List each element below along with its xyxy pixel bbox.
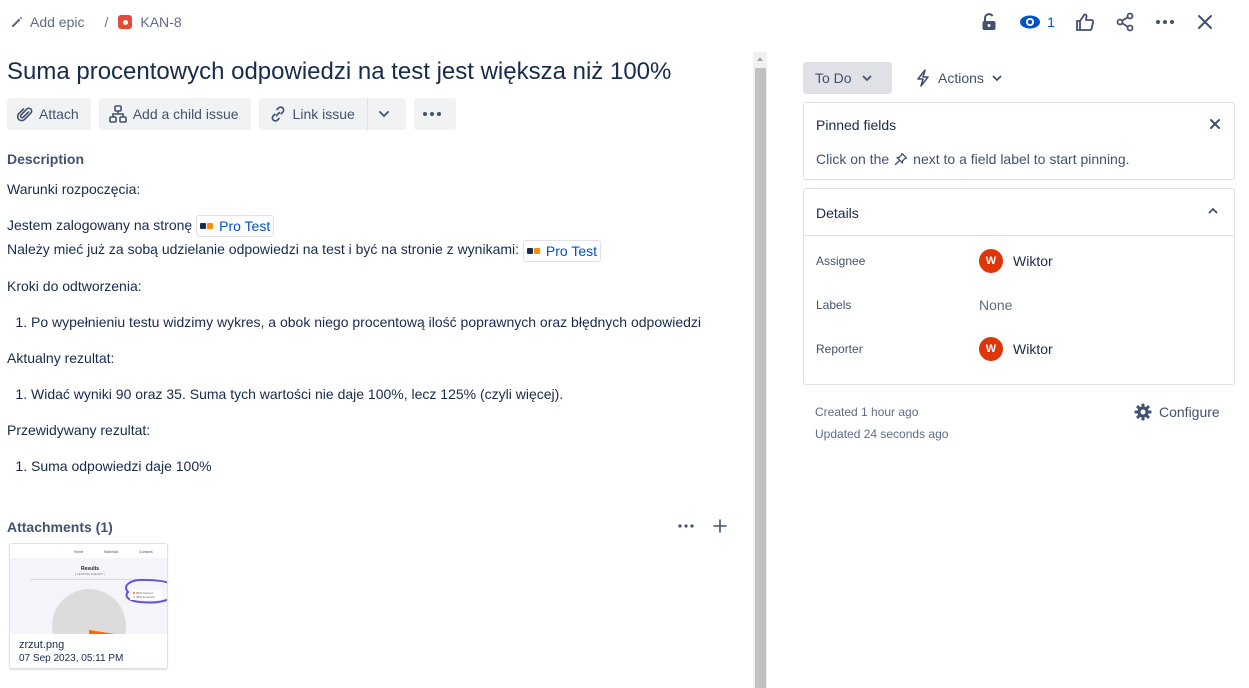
link-issue-button[interactable]: Link issue	[258, 98, 367, 130]
description-heading: Description	[7, 151, 85, 167]
attach-button[interactable]: Attach	[7, 98, 91, 130]
attachment-meta: zrzut.png 07 Sep 2023, 05:11 PM	[10, 634, 167, 668]
details-heading[interactable]: Details	[804, 189, 1234, 236]
avatar: W	[979, 249, 1003, 273]
favicon-icon	[526, 247, 541, 255]
chevron-down-icon	[992, 75, 1002, 81]
add-epic-link[interactable]: Add epic	[30, 14, 84, 30]
pinned-fields-hint: Click on the next to a field label to st…	[816, 151, 1130, 167]
link-issue-label: Link issue	[292, 106, 355, 122]
lightning-icon	[917, 69, 929, 87]
labels-row: Labels None	[816, 291, 1226, 319]
preview-subtitle: ( TESTING THEORY )	[75, 572, 105, 576]
chevron-down-icon	[862, 75, 871, 81]
close-icon[interactable]	[1185, 10, 1225, 34]
assignee-row: Assignee W Wiktor	[816, 247, 1226, 275]
pinned-fields-panel: Pinned fields Click on the next to a fie…	[803, 102, 1235, 180]
issue-toolbar: Attach Add a child issue Link issue	[7, 98, 456, 130]
breadcrumb: Add epic / KAN-8	[10, 12, 182, 32]
chevron-down-icon	[378, 111, 389, 118]
assignee-label: Assignee	[816, 254, 866, 268]
attachment-preview: Home Materials Contacts Results ( TESTIN…	[10, 544, 167, 634]
preview-nav-item: Contacts	[139, 550, 153, 554]
attachment-date: 07 Sep 2023, 05:11 PM	[19, 653, 124, 664]
configure-button[interactable]: Configure	[1134, 403, 1220, 421]
link-issue-group: Link issue	[258, 98, 406, 130]
preview-legend: 35% Incorrect	[136, 595, 155, 599]
actions-label: Actions	[938, 70, 984, 86]
issue-top-actions: 1	[969, 10, 1225, 34]
gear-icon	[1134, 403, 1152, 421]
chevron-up-icon[interactable]	[1208, 207, 1218, 214]
list-item: Suma odpowiedzi daje 100%	[31, 454, 737, 478]
plus-icon[interactable]	[710, 516, 730, 536]
status-label: To Do	[815, 70, 852, 86]
reporter-name: Wiktor	[1013, 341, 1053, 357]
updated-timestamp: Updated 24 seconds ago	[815, 427, 949, 441]
reporter-field[interactable]: W Wiktor	[979, 337, 1053, 361]
pinned-fields-heading: Pinned fields	[816, 117, 897, 133]
reporter-row: Reporter W Wiktor	[816, 335, 1226, 363]
issue-title[interactable]: Suma procentowych odpowiedzi na test jes…	[7, 58, 671, 86]
attachment-card[interactable]: Home Materials Contacts Results ( TESTIN…	[9, 543, 168, 669]
link-issue-dropdown[interactable]	[366, 98, 406, 130]
avatar: W	[979, 337, 1003, 361]
favicon-icon	[200, 222, 214, 230]
assignee-name: Wiktor	[1013, 253, 1053, 269]
share-icon[interactable]	[1105, 10, 1145, 34]
description-text: Należy mieć już za sobą udzielanie odpow…	[7, 237, 737, 262]
description-text: Kroki do odtworzenia:	[7, 277, 142, 294]
close-icon[interactable]	[1208, 117, 1222, 131]
created-timestamp: Created 1 hour ago	[815, 405, 919, 419]
eye-icon	[1020, 15, 1041, 29]
expected-list: Suma odpowiedzi daje 100%	[7, 454, 737, 478]
actions-dropdown[interactable]: Actions	[912, 62, 1002, 94]
description-text: Jestem zalogowany na stronę Pro Test	[7, 213, 737, 238]
pin-icon	[894, 152, 908, 166]
link-icon	[271, 106, 284, 122]
thumbs-up-icon[interactable]	[1065, 10, 1105, 34]
steps-list: Po wypełnieniu testu widzimy wykres, a o…	[7, 310, 737, 334]
more-icon[interactable]	[676, 516, 696, 536]
hierarchy-icon	[108, 105, 127, 123]
more-icon	[422, 112, 441, 116]
scroll-up-arrow[interactable]	[755, 55, 765, 63]
list-item: Po wypełnieniu testu widzimy wykres, a o…	[31, 310, 737, 334]
add-child-issue-label: Add a child issue	[132, 106, 239, 122]
labels-field[interactable]: None	[979, 297, 1012, 313]
pencil-icon	[10, 15, 24, 29]
assignee-field[interactable]: W Wiktor	[979, 249, 1053, 273]
bug-icon	[118, 15, 133, 29]
issue-key-link[interactable]: KAN-8	[140, 14, 181, 30]
labels-label: Labels	[816, 298, 852, 312]
actual-list: Widać wyniki 90 oraz 35. Suma tych warto…	[7, 382, 737, 406]
description-text: Warunki rozpoczęcia:	[7, 181, 141, 197]
scrollbar-thumb[interactable]	[755, 68, 766, 688]
more-actions-button[interactable]	[413, 98, 456, 130]
paperclip-icon	[17, 107, 33, 122]
status-dropdown[interactable]: To Do	[803, 62, 892, 94]
description-body[interactable]: Warunki rozpoczęcia: Jestem zalogowany n…	[7, 177, 737, 478]
watch-button[interactable]: 1	[1009, 10, 1065, 34]
reporter-label: Reporter	[816, 342, 863, 356]
preview-nav-item: Home	[74, 550, 83, 554]
watch-count: 1	[1047, 14, 1055, 30]
list-item: Widać wyniki 90 oraz 35. Suma tych warto…	[31, 382, 737, 406]
attachments-actions	[676, 516, 730, 536]
smart-link[interactable]: Pro Test	[522, 239, 602, 262]
add-child-issue-button[interactable]: Add a child issue	[98, 98, 251, 130]
configure-label: Configure	[1159, 404, 1220, 420]
smart-link[interactable]: Pro Test	[196, 215, 275, 238]
preview-nav-item: Materials	[104, 550, 118, 554]
description-text: Przewidywany rezultat:	[7, 421, 151, 438]
attach-label: Attach	[39, 106, 79, 122]
lock-icon[interactable]	[969, 10, 1009, 34]
attachment-filename: zrzut.png	[19, 639, 65, 651]
description-text: Aktualny rezultat:	[7, 349, 115, 366]
attachments-heading: Attachments (1)	[7, 519, 113, 535]
breadcrumb-separator: /	[104, 14, 109, 30]
more-options-icon[interactable]	[1145, 10, 1185, 34]
details-panel: Details Assignee W Wiktor Labels None Re…	[803, 188, 1235, 385]
